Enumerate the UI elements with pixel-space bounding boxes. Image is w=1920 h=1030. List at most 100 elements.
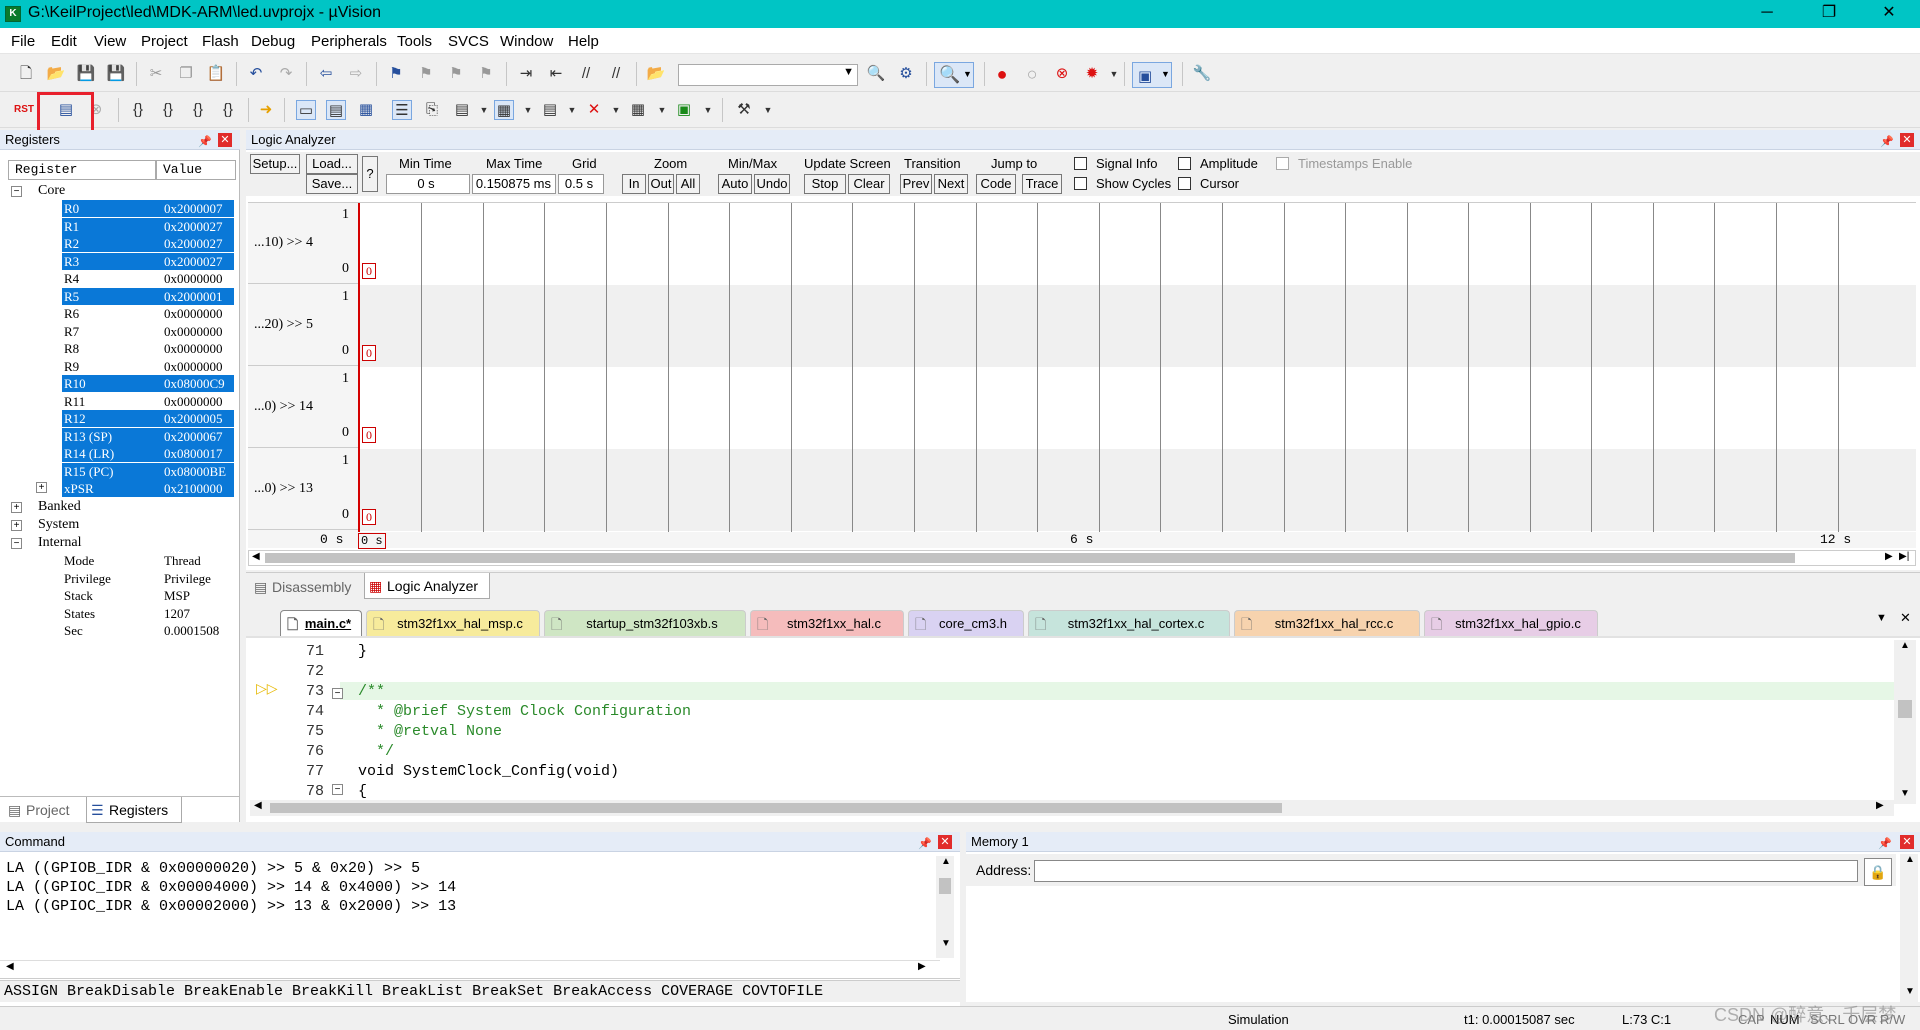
file-tab[interactable]: 🗋 core_cm3.h: [908, 610, 1024, 636]
step-over-icon[interactable]: {}: [158, 100, 178, 120]
undo-button[interactable]: Undo: [754, 174, 790, 194]
bookmark-icon[interactable]: ⚑: [386, 64, 406, 84]
file-tab[interactable]: 🗋 stm32f1xx_hal_gpio.c: [1424, 610, 1598, 636]
unindent-icon[interactable]: ⇤: [546, 64, 566, 84]
pin-icon[interactable]: 📌: [198, 132, 212, 152]
scroll-up-icon[interactable]: ▲: [1900, 640, 1910, 651]
zoom-all-button[interactable]: All: [676, 174, 700, 194]
chevron-down-icon[interactable]: ▼: [562, 100, 582, 120]
file-tab[interactable]: 🗋 stm32f1xx_hal.c: [750, 610, 904, 636]
disable-all-breakpoints-icon[interactable]: ⊗: [1052, 64, 1072, 84]
scroll-down-icon[interactable]: ▼: [941, 938, 951, 949]
close-icon[interactable]: ✕: [1900, 610, 1911, 626]
expand-banked-icon[interactable]: +: [11, 502, 22, 513]
debug-session-button[interactable]: 🔍 ▼: [934, 62, 974, 88]
uncomment-icon[interactable]: //: [606, 64, 626, 84]
register-row[interactable]: R13 (SP) 0x2000067: [62, 427, 234, 445]
register-column-header[interactable]: Register: [8, 160, 156, 180]
tab-logic-analyzer[interactable]: ▦ Logic Analyzer: [364, 573, 490, 599]
scroll-up-icon[interactable]: ▲: [941, 856, 951, 867]
code-line[interactable]: 77 void SystemClock_Config(void): [262, 762, 619, 782]
scroll-right-icon[interactable]: ▶: [1885, 551, 1893, 562]
help-button[interactable]: ?: [362, 156, 378, 192]
save-button[interactable]: Save...: [306, 174, 358, 194]
code-line[interactable]: 72: [262, 662, 358, 682]
value-column-header[interactable]: Value: [156, 160, 236, 180]
load-button[interactable]: Load...: [306, 154, 358, 174]
command-h-scroll[interactable]: ◀ ▶: [0, 960, 940, 976]
maximize-button[interactable]: ❐: [1806, 0, 1852, 28]
menu-peripherals[interactable]: Peripherals: [311, 33, 387, 50]
next-button[interactable]: Next: [934, 174, 968, 194]
find-combo[interactable]: ▼: [678, 64, 858, 86]
internal-row[interactable]: States 1207: [62, 605, 234, 622]
register-row[interactable]: R9 0x0000000: [62, 358, 234, 375]
chevron-down-icon[interactable]: ▼: [652, 100, 672, 120]
menu-help[interactable]: Help: [568, 33, 599, 50]
menu-debug[interactable]: Debug: [251, 33, 295, 50]
waveform-area[interactable]: 1 ...10) >> 4 0 0 1 ...20) >> 5 0 0 1 ...0) >> 14…: [248, 202, 1916, 543]
menu-file[interactable]: File: [11, 33, 35, 50]
close-button[interactable]: ✕: [1866, 0, 1912, 28]
amplitude-checkbox[interactable]: [1178, 157, 1191, 170]
code-line[interactable]: 78 {: [262, 782, 367, 802]
zoom-out-button[interactable]: Out: [648, 174, 674, 194]
serial-window-icon[interactable]: ▤: [540, 100, 560, 120]
show-cycles-checkbox[interactable]: [1074, 177, 1087, 190]
chevron-down-icon[interactable]: ▼: [606, 100, 626, 120]
file-tab[interactable]: 🗋 stm32f1xx_hal_cortex.c: [1028, 610, 1230, 636]
register-row[interactable]: R4 0x0000000: [62, 270, 234, 287]
toolbox-icon[interactable]: ⚒: [734, 100, 754, 120]
file-tab[interactable]: 🗋 main.c*: [280, 610, 362, 636]
close-icon[interactable]: ✕: [1900, 835, 1914, 849]
call-stack-icon[interactable]: ⎘: [422, 100, 442, 120]
disassembly-window-icon[interactable]: ▤: [326, 100, 346, 120]
clear-bookmarks-icon[interactable]: ⚑: [476, 64, 496, 84]
internal-row[interactable]: Privilege Privilege: [62, 570, 234, 587]
jump-code-button[interactable]: Code: [976, 174, 1016, 194]
register-row[interactable]: R12 0x2000005: [62, 410, 234, 427]
trace-window-icon[interactable]: ▦: [628, 100, 648, 120]
run-to-cursor-icon[interactable]: {}: [218, 100, 238, 120]
expand-xpsr-icon[interactable]: +: [36, 482, 47, 493]
chevron-down-icon[interactable]: ▼: [758, 100, 778, 120]
copy-icon[interactable]: ❐: [176, 64, 196, 84]
step-out-icon[interactable]: {}: [188, 100, 208, 120]
signal-name[interactable]: ...10) >> 4: [254, 235, 313, 251]
chevron-down-icon[interactable]: ▼: [843, 66, 854, 78]
editor-scroll-thumb[interactable]: [1898, 700, 1912, 718]
wrench-icon[interactable]: 🔧: [1192, 64, 1212, 84]
new-file-icon[interactable]: 🗋: [16, 64, 36, 84]
register-row[interactable]: xPSR 0x2100000: [62, 480, 234, 497]
disable-breakpoint-icon[interactable]: ○: [1022, 64, 1042, 84]
code-line[interactable]: 74 * @brief System Clock Configuration: [262, 702, 691, 722]
close-icon[interactable]: ✕: [218, 133, 232, 147]
tab-project[interactable]: ▤ Project: [4, 797, 80, 823]
clear-button[interactable]: Clear: [848, 174, 890, 194]
address-input[interactable]: [1034, 860, 1858, 882]
chevron-down-icon[interactable]: ▼: [1104, 64, 1124, 84]
file-tab[interactable]: 🗋 stm32f1xx_hal_msp.c: [366, 610, 540, 636]
auto-button[interactable]: Auto: [718, 174, 752, 194]
scroll-left-icon[interactable]: ◀: [254, 800, 262, 811]
register-row[interactable]: R8 0x0000000: [62, 340, 234, 357]
code-line[interactable]: 73 /**: [262, 682, 385, 702]
register-row[interactable]: R6 0x0000000: [62, 305, 234, 322]
editor-horizontal-scrollbar[interactable]: ◀ ▶: [250, 800, 1894, 816]
command-window-icon[interactable]: ▭: [296, 100, 316, 120]
step-into-icon[interactable]: {}: [128, 100, 148, 120]
lock-icon[interactable]: 🔒: [1864, 858, 1892, 886]
symbols-window-icon[interactable]: ▦: [356, 100, 376, 120]
collapse-comment-icon[interactable]: −: [332, 688, 343, 699]
code-line[interactable]: 71}: [262, 642, 367, 662]
kill-all-breakpoints-icon[interactable]: ✹: [1082, 64, 1102, 84]
chevron-down-icon[interactable]: ▼: [518, 100, 538, 120]
la-scroll-thumb[interactable]: [265, 553, 1795, 563]
tab-registers[interactable]: ☰ Registers: [86, 797, 182, 823]
minimize-button[interactable]: ─: [1744, 0, 1790, 28]
command-scroll-thumb[interactable]: [939, 878, 951, 894]
cut-icon[interactable]: ✂: [146, 64, 166, 84]
tab-disassembly[interactable]: ▤ Disassembly: [250, 574, 362, 600]
paste-icon[interactable]: 📋: [206, 64, 226, 84]
signal-name[interactable]: ...20) >> 5: [254, 317, 313, 333]
